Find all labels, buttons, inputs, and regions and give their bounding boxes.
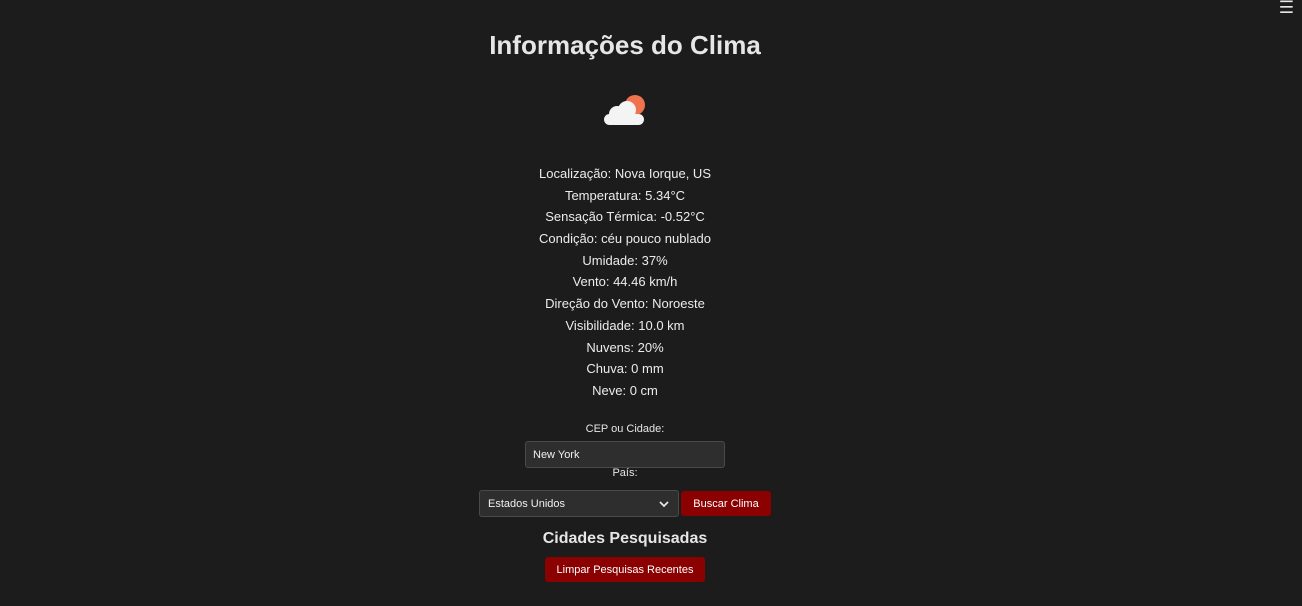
weather-page: ☰ Informações do Clima Localização: Nova… bbox=[0, 0, 1302, 606]
page-title: Informações do Clima bbox=[489, 30, 761, 60]
detail-wind: Vento: 44.46 km/h bbox=[572, 274, 678, 290]
detail-feels-like: Sensação Térmica: -0.52°C bbox=[545, 209, 705, 225]
detail-snow: Neve: 0 cm bbox=[592, 382, 658, 398]
country-select-value: Estados Unidos bbox=[488, 497, 566, 510]
detail-rain: Chuva: 0 mm bbox=[586, 361, 664, 377]
detail-visibility: Visibilidade: 10.0 km bbox=[565, 317, 685, 333]
country-label: País: bbox=[612, 467, 638, 479]
clear-searches-button[interactable]: Limpar Pesquisas Recentes bbox=[545, 557, 705, 582]
detail-wind-direction: Direção do Vento: Noroeste bbox=[545, 296, 705, 312]
searched-cities-title: Cidades Pesquisadas bbox=[542, 530, 708, 547]
detail-humidity: Umidade: 37% bbox=[582, 252, 668, 268]
search-button[interactable]: Buscar Clima bbox=[681, 491, 771, 516]
detail-condition: Condição: céu pouco nublado bbox=[538, 231, 712, 247]
weather-details: Localização: Nova Iorque, US Temperatura… bbox=[0, 163, 1250, 402]
detail-clouds: Nuvens: 20% bbox=[586, 339, 664, 355]
country-select[interactable]: Estados Unidos bbox=[479, 490, 679, 517]
chevron-down-icon bbox=[659, 500, 669, 507]
city-input[interactable] bbox=[525, 441, 725, 468]
detail-temperature: Temperatura: 5.34°C bbox=[564, 187, 686, 203]
menu-icon[interactable]: ☰ bbox=[1279, 0, 1294, 18]
cloud-sun-icon bbox=[604, 95, 645, 125]
detail-location: Localização: Nova Iorque, US bbox=[539, 166, 711, 181]
city-label: CEP ou Cidade: bbox=[585, 423, 665, 435]
